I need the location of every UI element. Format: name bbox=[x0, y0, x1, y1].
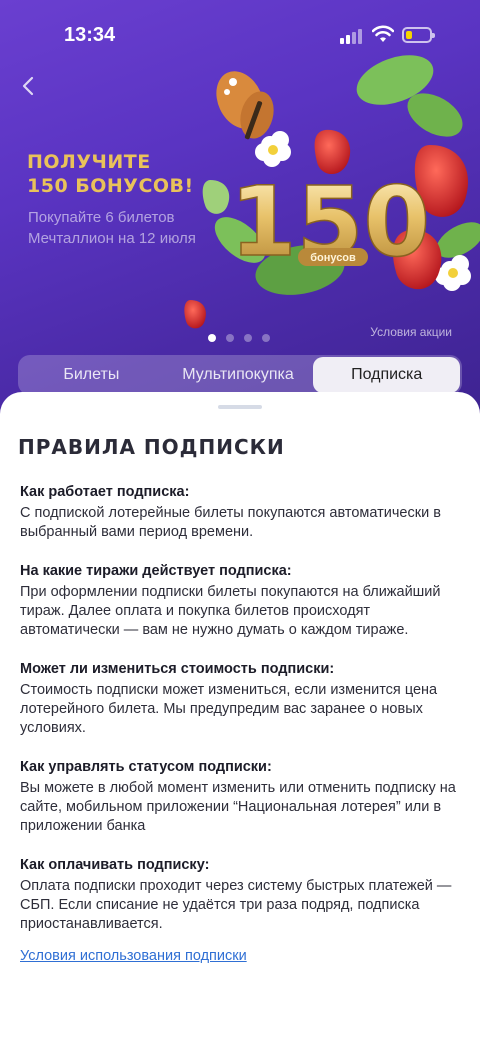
carousel-dot[interactable] bbox=[208, 334, 216, 342]
list-item: Как управлять статусом подписки: Вы може… bbox=[20, 757, 464, 836]
promo-terms-link[interactable]: Условия акции bbox=[370, 325, 452, 339]
promo-bonus-caption: бонусов bbox=[310, 252, 356, 264]
rule-question: Как оплачивать подписку: bbox=[20, 857, 210, 873]
list-item: На какие тиражи действует подписка: При … bbox=[20, 561, 464, 640]
sheet-title: ПРАВИЛА ПОДПИСКИ bbox=[18, 435, 285, 459]
carousel-dot[interactable] bbox=[262, 334, 270, 342]
rule-answer: При оформлении подписки билеты покупаютс… bbox=[20, 584, 441, 638]
chevron-left-icon bbox=[22, 76, 34, 96]
rule-answer: С подпиской лотерейные билеты покупаются… bbox=[20, 505, 441, 540]
rule-question: Как работает подписка: bbox=[20, 484, 190, 500]
carousel-dot[interactable] bbox=[226, 334, 234, 342]
carousel-dot[interactable] bbox=[244, 334, 252, 342]
rule-answer: Оплата подписки проходит через систему б… bbox=[20, 878, 452, 932]
back-button[interactable] bbox=[14, 70, 42, 102]
rule-question: Как управлять статусом подписки: bbox=[20, 759, 272, 775]
rule-answer: Вы можете в любой момент изменить или от… bbox=[20, 780, 456, 834]
purchase-tabs: Билеты Мультипокупка Подписка bbox=[18, 355, 462, 395]
battery-level bbox=[406, 31, 412, 39]
status-time: 13:34 bbox=[64, 24, 116, 46]
tab-multipurchase[interactable]: Мультипокупка bbox=[165, 355, 312, 395]
promo-illustration: 150 бонусов bbox=[184, 55, 480, 329]
rule-answer: Стоимость подписки может измениться, есл… bbox=[20, 682, 438, 736]
list-item: Может ли измениться стоимость подписки: … bbox=[20, 659, 464, 738]
rule-question: Может ли измениться стоимость подписки: bbox=[20, 661, 335, 677]
tab-subscription[interactable]: Подписка bbox=[313, 357, 461, 393]
list-item: Как оплачивать подписку: Оплата подписки… bbox=[20, 855, 464, 934]
carousel-dots bbox=[208, 334, 270, 342]
sheet-drag-handle[interactable] bbox=[218, 405, 262, 409]
subscription-rules-sheet: ПРАВИЛА ПОДПИСКИ Как работает подписка: … bbox=[0, 392, 480, 1043]
list-item: Как работает подписка: С подпиской лотер… bbox=[20, 482, 464, 542]
subscription-terms-link[interactable]: Условия использования подписки bbox=[20, 948, 247, 964]
rule-question: На какие тиражи действует подписка: bbox=[20, 563, 292, 579]
rules-list: Как работает подписка: С подпиской лотер… bbox=[20, 482, 464, 953]
tab-tickets[interactable]: Билеты bbox=[18, 355, 165, 395]
promo-banner[interactable]: 13:34 ПОЛУЧИТЕ 150 БОНУСОВ! Покупайте 6 … bbox=[0, 0, 480, 420]
